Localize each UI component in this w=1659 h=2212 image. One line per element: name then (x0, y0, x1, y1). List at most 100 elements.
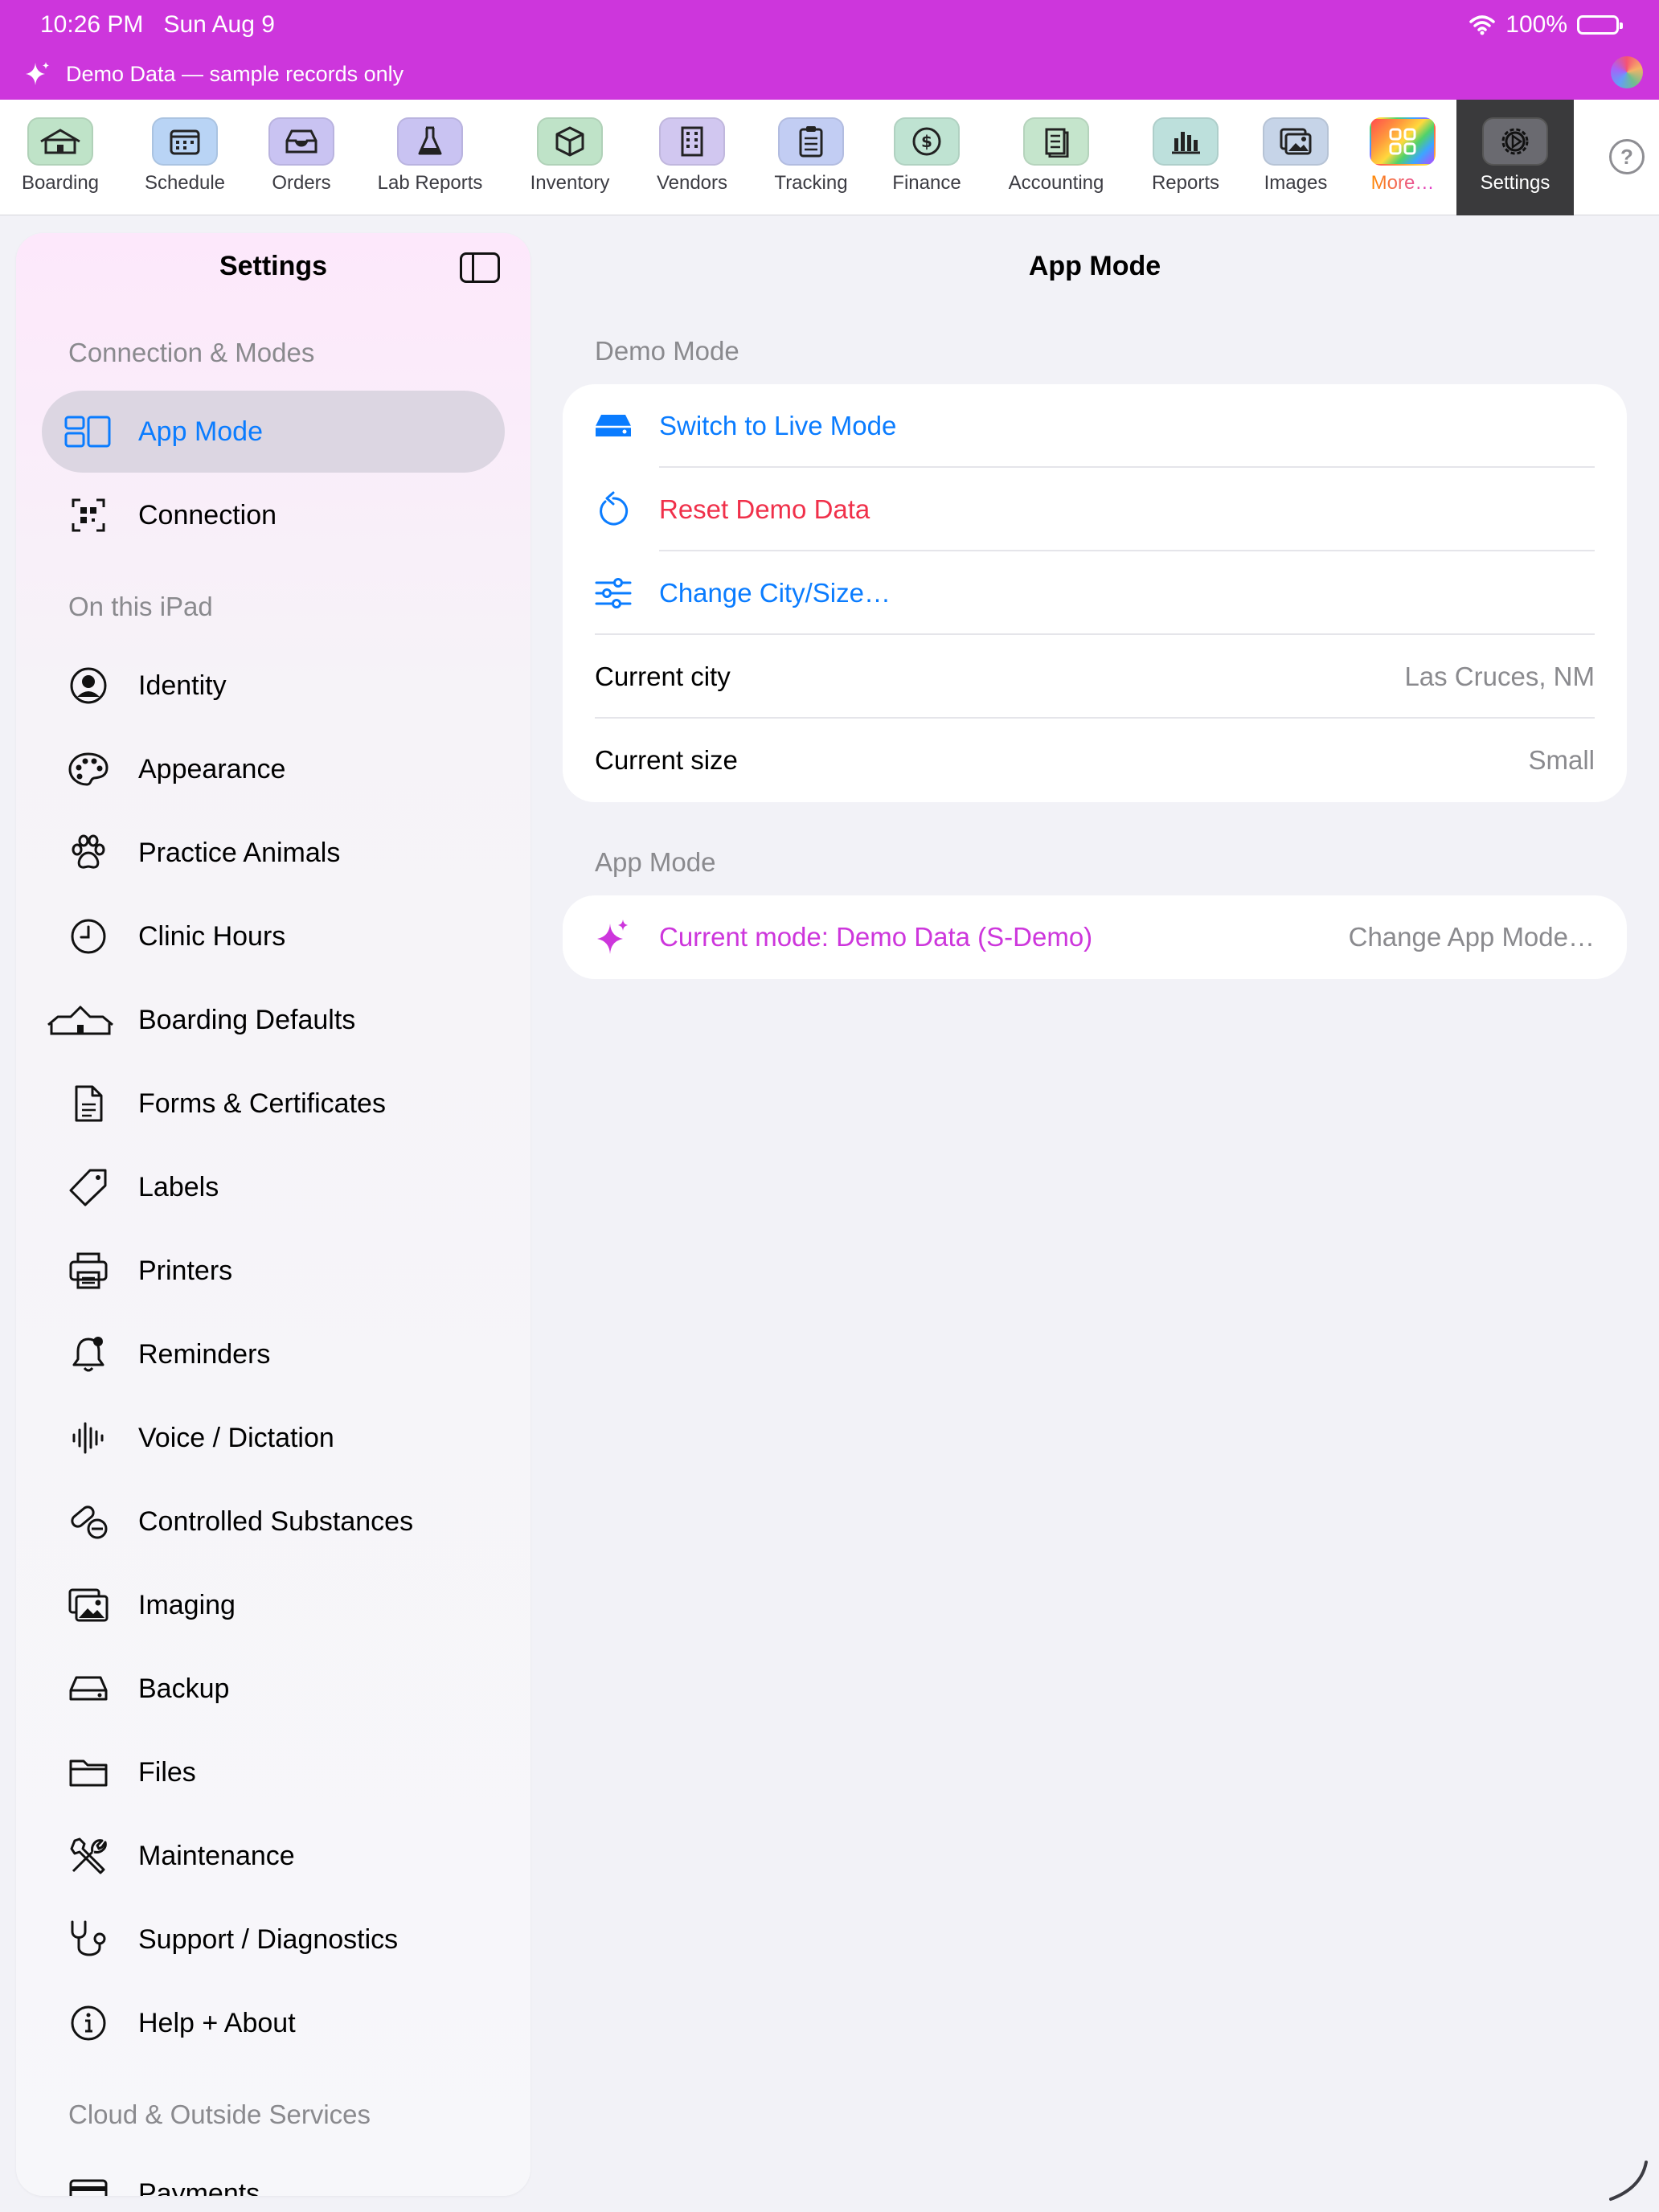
change-app-mode-button[interactable]: Change App Mode… (1349, 922, 1595, 952)
palette-icon (64, 745, 113, 793)
bell-badge-icon (64, 1330, 113, 1378)
page-title: App Mode (1028, 251, 1161, 281)
main-toolbar: Boarding Schedule Orders Lab Reports Inv… (0, 100, 1659, 215)
sidebar-item-help-about[interactable]: Help + About (42, 1982, 505, 2064)
tab-settings[interactable]: Settings (1456, 100, 1574, 215)
demo-banner-label: Demo Data — sample records only (23, 59, 403, 88)
house-icon (46, 996, 115, 1044)
sidebar-item-controlled-substances[interactable]: Controlled Substances (42, 1481, 505, 1563)
bar-chart-icon (1153, 117, 1219, 166)
sidebar-item-practice-animals[interactable]: Practice Animals (42, 812, 505, 894)
app-mode-card: Current mode: Demo Data (S-Demo) Change … (563, 895, 1627, 979)
sidebar-item-files[interactable]: Files (42, 1731, 505, 1813)
printer-icon (64, 1247, 113, 1295)
sidebar-item-reminders[interactable]: Reminders (42, 1313, 505, 1395)
sidebar-item-printers[interactable]: Printers (42, 1230, 505, 1312)
section-app-mode: App Mode (595, 847, 716, 877)
current-size-value: Small (1528, 745, 1595, 775)
drive-icon (64, 1665, 113, 1713)
sidebar-item-payments[interactable]: Payments (42, 2153, 505, 2196)
sidebar-item-identity[interactable]: Identity (42, 645, 505, 727)
wifi-icon (1469, 15, 1496, 35)
sidebar-item-boarding-defaults[interactable]: Boarding Defaults (42, 979, 505, 1061)
sidebar-item-app-mode[interactable]: App Mode (42, 391, 505, 473)
stethoscope-icon (64, 1915, 113, 1964)
tab-more[interactable]: More… (1350, 100, 1455, 215)
sidebar-item-appearance[interactable]: Appearance (42, 728, 505, 810)
current-mode-label: Current mode: Demo Data (S-Demo) (659, 922, 1093, 952)
reset-arrow-icon (592, 488, 635, 531)
pills-icon (64, 1497, 113, 1546)
tab-inventory[interactable]: Inventory (518, 100, 622, 215)
house-icon (27, 117, 93, 166)
scene-resize-handle-icon[interactable] (1606, 2159, 1649, 2202)
reset-demo-data-button[interactable]: Reset Demo Data (563, 468, 1627, 551)
assistant-orb-icon[interactable] (1611, 56, 1643, 88)
current-city-value: Las Cruces, NM (1404, 662, 1595, 691)
status-indicators: 100% (1469, 11, 1623, 39)
tray-icon (268, 117, 334, 166)
sparkle-icon (592, 916, 635, 959)
dollar-icon: $ (894, 117, 960, 166)
clock-icon (64, 912, 113, 961)
building-icon (659, 117, 725, 166)
tab-tracking[interactable]: Tracking (759, 100, 863, 215)
change-city-size-button[interactable]: Change City/Size… (563, 551, 1627, 635)
drive-icon (592, 404, 635, 448)
demo-banner: 10:26 PM Sun Aug 9 100% Demo Data — samp… (0, 0, 1659, 100)
tag-icon (64, 1163, 113, 1211)
tab-boarding[interactable]: Boarding (8, 100, 113, 215)
qr-code-icon (64, 491, 113, 539)
tab-vendors[interactable]: Vendors (640, 100, 744, 215)
credit-card-icon (64, 2169, 113, 2196)
sidebar-item-connection[interactable]: Connection (42, 474, 505, 556)
sidebar-item-support-diagnostics[interactable]: Support / Diagnostics (42, 1899, 505, 1981)
tab-finance[interactable]: $ Finance (875, 100, 979, 215)
current-mode-row: Current mode: Demo Data (S-Demo) Change … (563, 895, 1627, 979)
sliders-icon (592, 571, 635, 615)
tools-icon (64, 1832, 113, 1880)
document-icon (64, 1079, 113, 1128)
help-button[interactable]: ? (1609, 139, 1645, 174)
tab-orders[interactable]: Orders (249, 100, 354, 215)
tab-schedule[interactable]: Schedule (133, 100, 237, 215)
box-icon (537, 117, 603, 166)
switch-to-live-mode-button[interactable]: Switch to Live Mode (563, 384, 1627, 468)
battery-icon (1577, 15, 1623, 35)
waveform-icon (64, 1414, 113, 1462)
sidebar-item-clinic-hours[interactable]: Clinic Hours (42, 895, 505, 977)
folder-icon (64, 1748, 113, 1796)
section-connection-modes: Connection & Modes (68, 338, 315, 367)
paw-icon (64, 829, 113, 877)
sidebar-item-labels[interactable]: Labels (42, 1146, 505, 1228)
tab-lab-reports[interactable]: Lab Reports (366, 100, 494, 215)
sidebar-item-maintenance[interactable]: Maintenance (42, 1815, 505, 1897)
sidebar-toggle-icon[interactable] (460, 252, 500, 283)
ledger-icon (1023, 117, 1089, 166)
status-time: 10:26 PM Sun Aug 9 (40, 11, 275, 38)
grid-icon (1370, 117, 1436, 166)
tab-accounting[interactable]: Accounting (992, 100, 1120, 215)
demo-banner-text: Demo Data — sample records only (66, 61, 404, 86)
clipboard-icon (778, 117, 844, 166)
sidebar-title: Settings (219, 251, 328, 281)
sidebar-item-backup[interactable]: Backup (42, 1648, 505, 1730)
tab-reports[interactable]: Reports (1133, 100, 1238, 215)
svg-text:$: $ (921, 132, 932, 151)
current-city-row: Current city Las Cruces, NM (595, 662, 1595, 691)
section-demo-mode: Demo Mode (595, 336, 739, 366)
sidebar-item-forms-certificates[interactable]: Forms & Certificates (42, 1063, 505, 1145)
sparkle-icon (26, 62, 49, 85)
person-circle-icon (64, 662, 113, 710)
info-icon (64, 1999, 113, 2047)
settings-sidebar: Settings Connection & Modes App Mode Con… (16, 233, 530, 2196)
current-size-row: Current size Small (595, 745, 1595, 775)
section-cloud-outside-services: Cloud & Outside Services (68, 2099, 371, 2129)
photos-icon (1263, 117, 1329, 166)
sidebar-item-imaging[interactable]: Imaging (42, 1564, 505, 1646)
demo-mode-card: Switch to Live Mode Reset Demo Data Chan… (563, 384, 1627, 802)
calendar-icon (152, 117, 218, 166)
flask-icon (397, 117, 463, 166)
tab-images[interactable]: Images (1243, 100, 1348, 215)
sidebar-item-voice-dictation[interactable]: Voice / Dictation (42, 1397, 505, 1479)
